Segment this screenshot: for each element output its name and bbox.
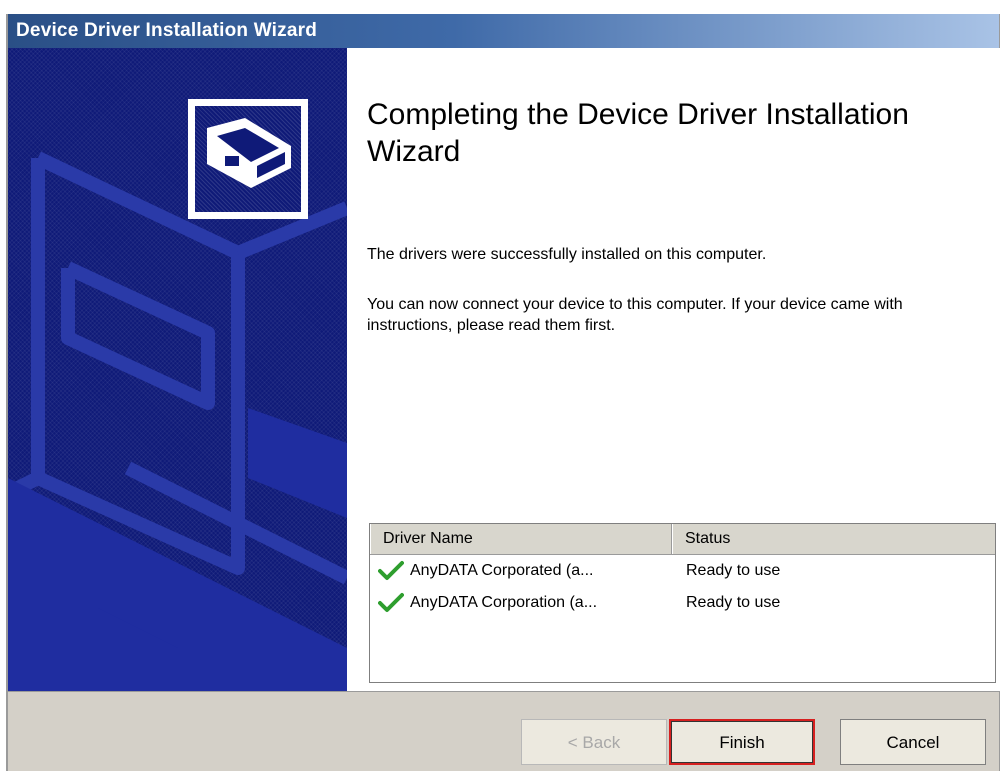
driver-name-cell: AnyDATA Corporation (a...: [370, 587, 672, 619]
driver-name: AnyDATA Corporation (a...: [410, 594, 598, 611]
wizard-logo-icon: [188, 99, 308, 219]
table-row[interactable]: AnyDATA Corporated (a... Ready to use: [370, 555, 995, 587]
driver-list[interactable]: Driver Name Status AnyDATA Corporated (a…: [369, 523, 996, 683]
page-title: Completing the Device Driver Installatio…: [367, 98, 909, 168]
driver-name-cell: AnyDATA Corporated (a...: [370, 555, 672, 587]
success-message: The drivers were successfully installed …: [367, 246, 767, 263]
wizard-side-panel: [8, 48, 347, 691]
check-icon: [378, 593, 404, 612]
column-header-status[interactable]: Status: [672, 524, 995, 554]
check-icon: [378, 561, 404, 580]
window-title: Device Driver Installation Wizard: [16, 20, 318, 41]
back-button[interactable]: < Back: [521, 719, 667, 765]
cancel-button[interactable]: Cancel: [840, 719, 986, 765]
table-row[interactable]: AnyDATA Corporation (a... Ready to use: [370, 587, 995, 619]
driver-status: Ready to use: [686, 594, 781, 611]
column-header-driver-name[interactable]: Driver Name: [370, 524, 672, 554]
driver-list-header: Driver Name Status: [370, 524, 995, 555]
driver-name: AnyDATA Corporated (a...: [410, 562, 594, 579]
instructions-message: You can now connect your device to this …: [367, 296, 903, 334]
title-bar[interactable]: Device Driver Installation Wizard: [8, 14, 999, 48]
finish-button[interactable]: Finish: [669, 719, 815, 765]
wizard-button-bar: < Back Finish Cancel: [8, 691, 999, 771]
wizard-window: Device Driver Installation Wizard Comple…: [6, 14, 1000, 771]
driver-box-icon: [207, 118, 291, 188]
driver-status: Ready to use: [686, 562, 781, 579]
